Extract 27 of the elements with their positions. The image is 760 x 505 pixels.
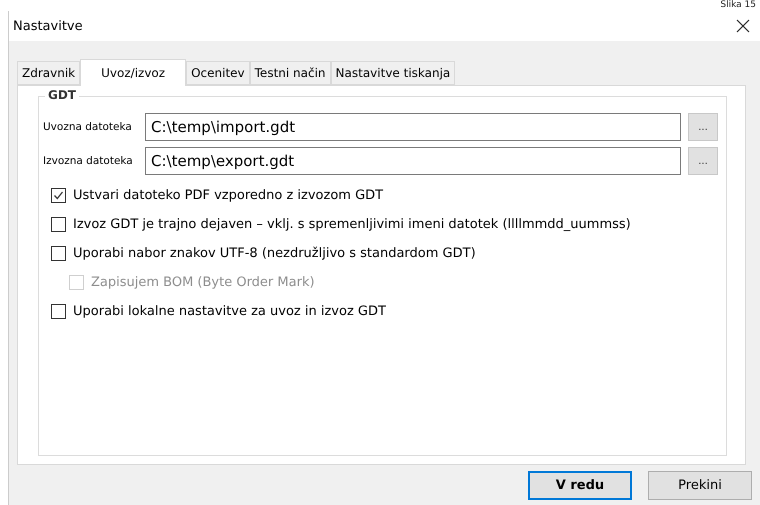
check-icon (53, 190, 64, 201)
input-field[interactable]: C:\temp\export.gdt (145, 147, 681, 175)
checkbox-label: Izvoz GDT je trajno dejaven – vklj. s spremenljivimi imeni datotek (llllmmdd_uummss) (73, 217, 631, 232)
close-icon[interactable] (734, 17, 752, 35)
group-title: GDT (45, 88, 79, 102)
browse-button[interactable]: ... (688, 113, 718, 141)
tab[interactable]: Ocenitev (186, 61, 250, 85)
checkbox[interactable] (51, 188, 66, 203)
window-title: Nastavitve (13, 18, 83, 34)
browse-button[interactable]: ... (688, 147, 718, 175)
checkbox-label: Zapisujem BOM (Byte Order Mark) (91, 275, 315, 290)
tab[interactable]: Testni način (250, 61, 331, 85)
figure-label: Slika 15 (720, 0, 756, 11)
checkbox[interactable] (51, 246, 66, 261)
checkbox-label: Uporabi lokalne nastavitve za uvoz in izvoz GDT (73, 304, 386, 319)
tab[interactable]: Zdravnik (17, 61, 80, 85)
checkbox[interactable] (51, 217, 66, 232)
checkbox-label: Ustvari datoteko PDF vzporedno z izvozom GDT (73, 188, 384, 203)
input-field[interactable]: C:\temp\import.gdt (145, 113, 681, 141)
checkbox[interactable] (51, 304, 66, 319)
dialog-button[interactable]: Prekini (648, 470, 752, 500)
field-label: Uvozna datoteka (43, 121, 133, 133)
field-label: Izvozna datoteka (43, 155, 134, 167)
tab[interactable]: Nastavitve tiskanja (330, 61, 456, 85)
checkbox-label: Uporabi nabor znakov UTF-8 (nezdružljivo s standardom GDT) (73, 246, 476, 261)
dialog-button[interactable]: V redu (528, 470, 632, 500)
tab[interactable]: Uvoz/izvoz (80, 59, 186, 86)
